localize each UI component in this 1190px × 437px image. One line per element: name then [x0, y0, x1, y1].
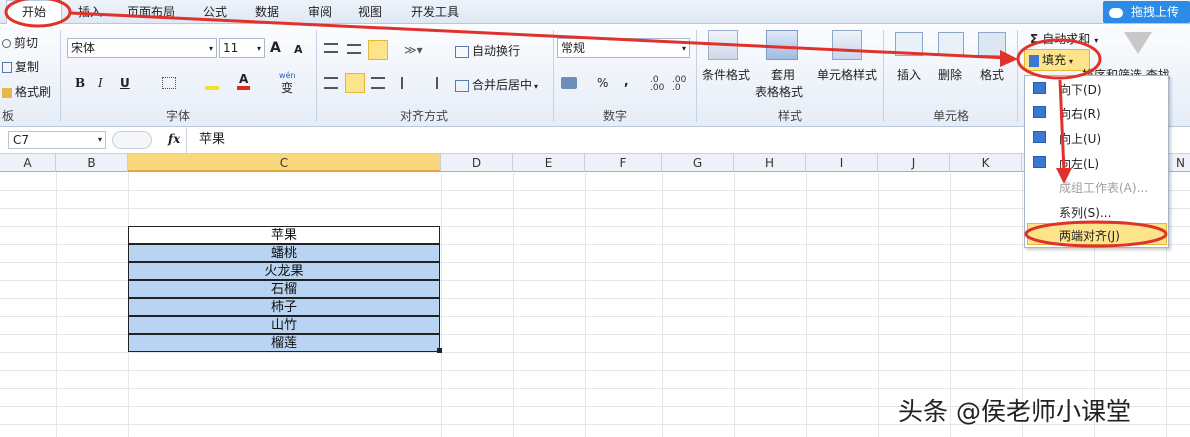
- annotation-circle-justify: [1024, 220, 1168, 248]
- watermark-text: 头条 @侯老师小课堂: [898, 397, 1131, 426]
- annotation-overlay: [4, 0, 1168, 248]
- annotation-circle-home: [4, 0, 72, 28]
- annotation-arrow-head: [1000, 50, 1018, 67]
- annotation-arrow-head: [1056, 168, 1072, 184]
- annotation-arrow-line: [1058, 79, 1066, 173]
- annotation-circle-fill: [1016, 38, 1102, 80]
- annotation-arrow-line: [69, 11, 1009, 60]
